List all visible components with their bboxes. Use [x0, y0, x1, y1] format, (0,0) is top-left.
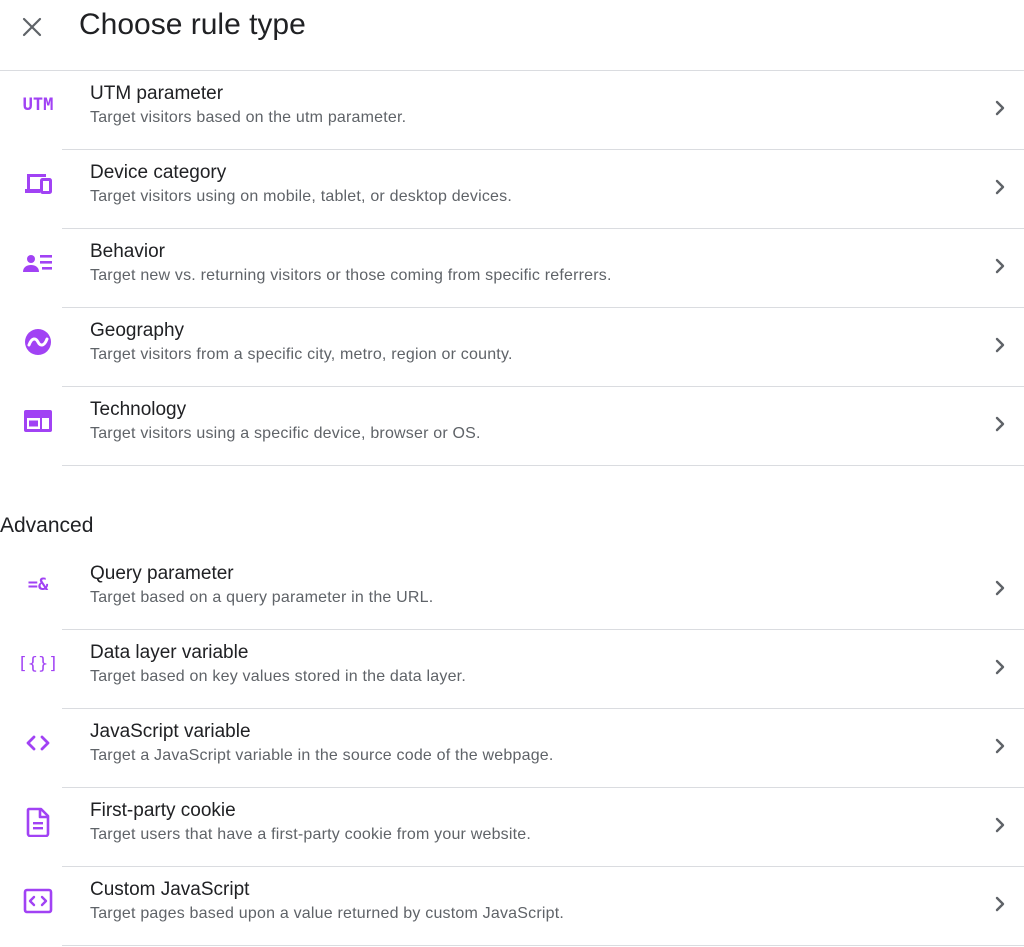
rule-description: Target pages based upon a value returned…	[90, 905, 565, 922]
custom-code-icon	[20, 886, 56, 916]
rule-description: Target visitors based on the utm paramet…	[90, 109, 407, 126]
rule-item-first-party-cookie[interactable]: First-party cookie Target users that hav…	[0, 788, 1024, 867]
chevron-right-icon	[988, 175, 1012, 199]
rule-item-javascript-variable[interactable]: JavaScript variable Target a JavaScript …	[0, 709, 1024, 788]
rule-description: Target based on a query parameter in the…	[90, 589, 434, 606]
section-label: Advanced	[0, 514, 94, 537]
chevron-right-icon	[988, 813, 1012, 837]
rule-description: Target new vs. returning visitors or tho…	[90, 267, 612, 284]
dialog-header: Choose rule type	[0, 0, 1024, 71]
rule-title: Technology	[90, 399, 187, 420]
chevron-right-icon	[988, 576, 1012, 600]
rule-description: Target users that have a first-party coo…	[90, 826, 532, 843]
rule-title: First-party cookie	[90, 800, 236, 821]
data-layer-icon: [{}]	[17, 654, 59, 674]
rule-item-device-category[interactable]: Device category Target visitors using on…	[0, 150, 1024, 229]
rule-item-technology[interactable]: Technology Target visitors using a speci…	[0, 387, 1024, 466]
globe-icon	[20, 327, 56, 357]
devices-icon	[20, 169, 56, 199]
close-button[interactable]	[14, 9, 50, 45]
chevron-right-icon	[988, 254, 1012, 278]
browser-window-icon	[20, 406, 56, 436]
advanced-rule-type-list: =& Query parameter Target based on a que…	[0, 551, 1024, 946]
person-list-icon	[20, 248, 56, 278]
rule-title: UTM parameter	[90, 83, 224, 104]
rule-item-data-layer-variable[interactable]: [{}] Data layer variable Target based on…	[0, 630, 1024, 709]
code-icon	[20, 728, 56, 758]
chevron-right-icon	[988, 96, 1012, 120]
rule-description: Target visitors using a specific device,…	[90, 425, 481, 442]
utm-icon: UTM	[22, 95, 54, 115]
rule-title: Custom JavaScript	[90, 879, 250, 900]
rule-title: Data layer variable	[90, 642, 249, 663]
rule-type-list: UTM UTM parameter Target visitors based …	[0, 71, 1024, 466]
chevron-right-icon	[988, 333, 1012, 357]
chevron-right-icon	[988, 412, 1012, 436]
rule-item-custom-javascript[interactable]: Custom JavaScript Target pages based upo…	[0, 867, 1024, 946]
rule-item-geography[interactable]: Geography Target visitors from a specifi…	[0, 308, 1024, 387]
rule-description: Target visitors from a specific city, me…	[90, 346, 513, 363]
choose-rule-type-dialog: Choose rule type UTM UTM parameter Targe…	[0, 0, 1024, 947]
rule-title: Behavior	[90, 241, 165, 262]
document-icon	[20, 807, 56, 837]
close-icon	[22, 17, 42, 37]
rule-description: Target a JavaScript variable in the sour…	[90, 747, 554, 764]
rule-title: Geography	[90, 320, 185, 341]
rule-title: JavaScript variable	[90, 721, 251, 742]
advanced-section-header: Advanced	[0, 466, 1024, 551]
query-parameter-icon: =&	[27, 575, 49, 595]
rule-item-utm-parameter[interactable]: UTM UTM parameter Target visitors based …	[0, 71, 1024, 150]
rule-title: Device category	[90, 162, 227, 183]
rule-description: Target visitors using on mobile, tablet,…	[90, 188, 512, 205]
rule-description: Target based on key values stored in the…	[90, 668, 466, 685]
page-title: Choose rule type	[79, 8, 306, 41]
chevron-right-icon	[988, 734, 1012, 758]
rule-title: Query parameter	[90, 563, 234, 584]
chevron-right-icon	[988, 892, 1012, 916]
rule-item-query-parameter[interactable]: =& Query parameter Target based on a que…	[0, 551, 1024, 630]
chevron-right-icon	[988, 655, 1012, 679]
rule-item-behavior[interactable]: Behavior Target new vs. returning visito…	[0, 229, 1024, 308]
